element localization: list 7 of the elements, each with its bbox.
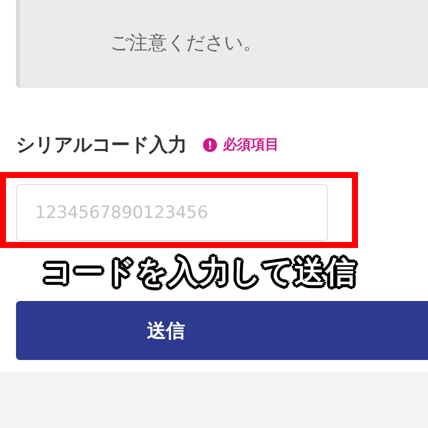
field-label: シリアルコード入力 xyxy=(16,133,187,158)
serial-code-field[interactable]: 1234567890123456 xyxy=(16,184,328,241)
required-icon: ! xyxy=(203,138,217,152)
notice-text: ご注意ください。 xyxy=(110,32,262,54)
submit-button[interactable]: 送信 xyxy=(16,301,428,360)
required-label: 必須項目 xyxy=(223,136,279,154)
caption-text: コードを入力して送信 xyxy=(42,252,356,292)
